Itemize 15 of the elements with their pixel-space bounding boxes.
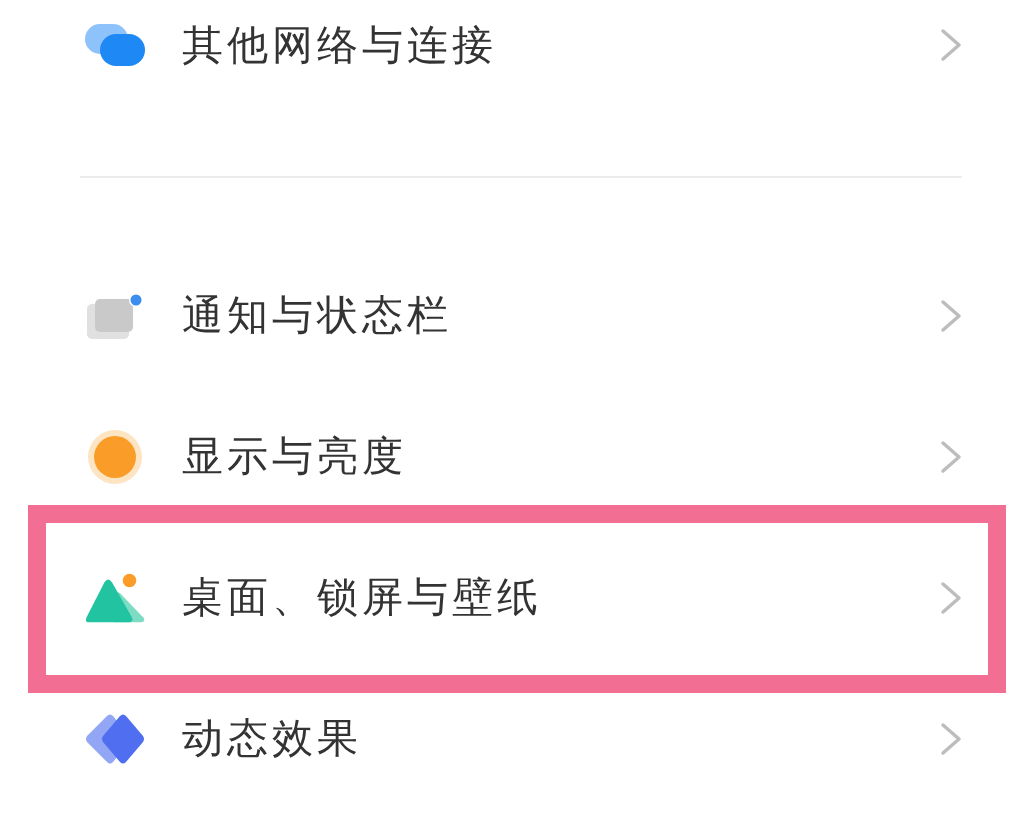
notification-cards-icon (87, 292, 143, 339)
sun-circle-icon (88, 429, 142, 484)
settings-item[interactable]: 其他网络与连接 (0, 0, 1014, 90)
settings-item[interactable]: 通知与状态栏 (0, 245, 1014, 386)
chevron-right-icon (940, 580, 962, 615)
mountain-landscape-icon (85, 572, 145, 623)
chevron-right-icon (940, 28, 962, 62)
settings-item[interactable]: 桌面、锁屏与壁纸 (0, 527, 1014, 668)
chevron-right-icon (940, 439, 962, 474)
chevron-right-icon (940, 298, 962, 333)
settings-item[interactable]: 动态效果 (0, 668, 1014, 809)
diamonds-icon (85, 713, 145, 764)
chevron-right-icon (940, 721, 962, 756)
settings-item[interactable]: 显示与亮度 (0, 386, 1014, 527)
chat-bubbles-icon (85, 24, 145, 66)
